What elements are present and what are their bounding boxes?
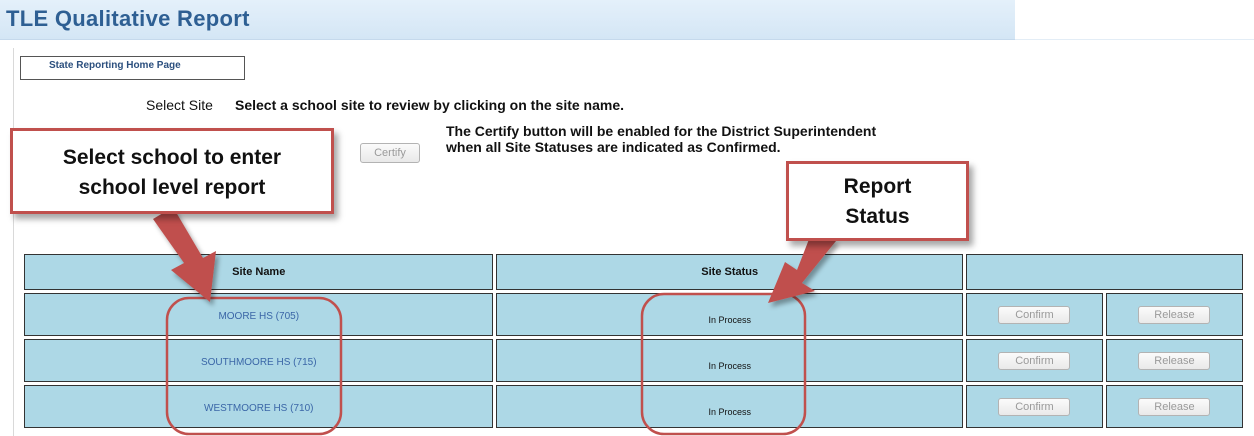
callout-select-school: Select school to enter school level repo… <box>10 128 334 214</box>
header-divider <box>1015 39 1254 40</box>
release-button[interactable]: Release <box>1138 398 1211 416</box>
certify-note: The Certify button will be enabled for t… <box>446 123 877 155</box>
status-text: In Process <box>708 360 751 371</box>
site-table: Site Name Site Status MOORE HS (705) In … <box>21 251 1246 431</box>
select-site-instruction: Select a school site to review by clicki… <box>235 97 625 113</box>
site-name-cell: SOUTHMOORE HS (715) <box>24 339 494 382</box>
table-row: WESTMOORE HS (710) In Process Confirm Re… <box>24 385 1243 428</box>
left-divider <box>13 48 14 436</box>
confirm-cell: Confirm <box>965 339 1103 382</box>
callout-report-status-line1: Report <box>843 175 912 198</box>
site-name-header: Site Name <box>24 254 494 290</box>
table-row: SOUTHMOORE HS (715) In Process Confirm R… <box>24 339 1243 382</box>
table-header-row: Site Name Site Status <box>24 254 1243 290</box>
callout-report-status-line2: Status <box>845 205 910 228</box>
confirm-cell: Confirm <box>965 385 1103 428</box>
release-button[interactable]: Release <box>1138 306 1211 324</box>
site-link-westmoore[interactable]: WESTMOORE HS (710) <box>204 403 313 414</box>
state-reporting-home-link[interactable]: State Reporting Home Page <box>20 56 245 80</box>
site-link-moore[interactable]: MOORE HS (705) <box>218 311 299 322</box>
site-status-header: Site Status <box>496 254 963 290</box>
callout-select-school-line1: Select school to enter <box>62 146 282 169</box>
callout-report-status: Report Status <box>786 161 969 241</box>
table-row: MOORE HS (705) In Process Confirm Releas… <box>24 293 1243 336</box>
site-status-cell: In Process <box>496 385 963 428</box>
site-name-cell: WESTMOORE HS (710) <box>24 385 494 428</box>
release-cell: Release <box>1105 293 1243 336</box>
page-title: TLE Qualitative Report <box>6 6 250 31</box>
select-site-label: Select Site <box>146 97 213 113</box>
site-status-cell: In Process <box>496 339 963 382</box>
callout-select-school-line2: school level report <box>78 176 266 199</box>
site-status-cell: In Process <box>496 293 963 336</box>
title-bar: TLE Qualitative Report <box>0 0 1015 40</box>
release-button[interactable]: Release <box>1138 352 1211 370</box>
confirm-cell: Confirm <box>965 293 1103 336</box>
release-cell: Release <box>1105 385 1243 428</box>
site-name-cell: MOORE HS (705) <box>24 293 494 336</box>
confirm-button[interactable]: Confirm <box>998 306 1071 324</box>
status-text: In Process <box>708 406 751 417</box>
confirm-button[interactable]: Confirm <box>998 398 1071 416</box>
release-cell: Release <box>1105 339 1243 382</box>
certify-button[interactable]: Certify <box>360 143 420 163</box>
actions-header <box>965 254 1243 290</box>
site-link-southmoore[interactable]: SOUTHMOORE HS (715) <box>201 357 317 368</box>
status-text: In Process <box>708 314 751 325</box>
confirm-button[interactable]: Confirm <box>998 352 1071 370</box>
